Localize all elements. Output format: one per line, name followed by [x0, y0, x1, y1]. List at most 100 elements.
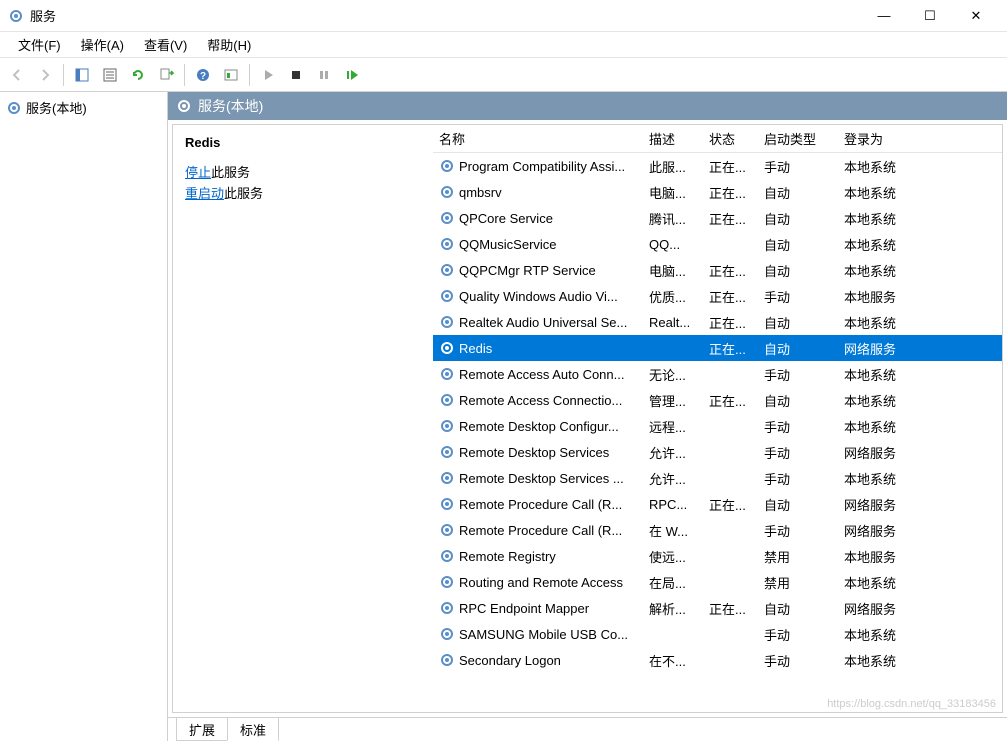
service-row[interactable]: Remote Procedure Call (R...RPC...正在...自动…: [433, 491, 1002, 517]
service-row[interactable]: SAMSUNG Mobile USB Co...手动本地系统: [433, 621, 1002, 647]
cell-status: 正在...: [703, 493, 758, 516]
cell-name: Redis: [433, 338, 643, 358]
service-row[interactable]: Remote Desktop Configur...远程...手动本地系统: [433, 413, 1002, 439]
service-row[interactable]: RPC Endpoint Mapper解析...正在...自动网络服务: [433, 595, 1002, 621]
cell-start: 手动: [758, 519, 838, 542]
service-row[interactable]: Secondary Logon在不...手动本地系统: [433, 647, 1002, 673]
service-name-label: Program Compatibility Assi...: [459, 159, 625, 174]
cell-start: 禁用: [758, 545, 838, 568]
list-body[interactable]: Program Compatibility Assi...此服...正在...手…: [433, 153, 1002, 712]
refresh-button[interactable]: [125, 62, 151, 88]
col-header-name[interactable]: 名称: [433, 125, 643, 152]
service-row[interactable]: qmbsrv电脑...正在...自动本地系统: [433, 179, 1002, 205]
service-row[interactable]: Program Compatibility Assi...此服...正在...手…: [433, 153, 1002, 179]
cell-start: 自动: [758, 233, 838, 256]
cell-name: SAMSUNG Mobile USB Co...: [433, 624, 643, 644]
service-name-label: RPC Endpoint Mapper: [459, 601, 589, 616]
close-button[interactable]: ✕: [953, 0, 999, 32]
tab-standard[interactable]: 标准: [227, 718, 279, 741]
pane-header: 服务(本地): [168, 92, 1007, 120]
cell-status: 正在...: [703, 259, 758, 282]
tab-extended[interactable]: 扩展: [176, 718, 228, 741]
back-button[interactable]: [4, 62, 30, 88]
cell-desc: 远程...: [643, 415, 703, 438]
forward-button[interactable]: [32, 62, 58, 88]
col-header-logon[interactable]: 登录为: [838, 125, 928, 152]
cell-logon: 本地系统: [838, 571, 928, 594]
main-area: 服务(本地) 服务(本地) Redis 停止此服务 重启动此服务 名称 描述: [0, 92, 1007, 741]
view-tabs: 扩展 标准: [168, 717, 1007, 741]
restart-link[interactable]: 重启动: [185, 186, 224, 201]
stop-tail: 此服务: [211, 165, 250, 180]
cell-status: [703, 580, 758, 584]
cell-name: Remote Access Auto Conn...: [433, 364, 643, 384]
cell-start: 自动: [758, 597, 838, 620]
cell-name: Remote Desktop Services: [433, 442, 643, 462]
service-item-icon: [439, 262, 455, 278]
stop-service-button[interactable]: [283, 62, 309, 88]
help-button[interactable]: ?: [190, 62, 216, 88]
service-item-icon: [439, 548, 455, 564]
start-service-button[interactable]: [255, 62, 281, 88]
service-row[interactable]: QQMusicServiceQQ...自动本地系统: [433, 231, 1002, 257]
menu-file[interactable]: 文件(F): [8, 33, 71, 56]
service-item-icon: [439, 236, 455, 252]
toolbar-btn[interactable]: [218, 62, 244, 88]
title-bar: 服务 — ☐ ✕: [0, 0, 1007, 32]
service-row[interactable]: Remote Access Auto Conn...无论...手动本地系统: [433, 361, 1002, 387]
cell-logon: 本地系统: [838, 623, 928, 646]
cell-status: 正在...: [703, 337, 758, 360]
export-button[interactable]: [153, 62, 179, 88]
service-row[interactable]: Remote Access Connectio...管理...正在...自动本地…: [433, 387, 1002, 413]
service-item-icon: [439, 522, 455, 538]
cell-desc: [643, 346, 703, 350]
cell-name: Routing and Remote Access: [433, 572, 643, 592]
service-name-label: QPCore Service: [459, 211, 553, 226]
service-row[interactable]: QPCore Service腾讯...正在...自动本地系统: [433, 205, 1002, 231]
cell-desc: 无论...: [643, 363, 703, 386]
minimize-button[interactable]: —: [861, 0, 907, 32]
service-row[interactable]: Remote Procedure Call (R...在 W...手动网络服务: [433, 517, 1002, 543]
cell-logon: 网络服务: [838, 519, 928, 542]
pause-service-button[interactable]: [311, 62, 337, 88]
menu-action[interactable]: 操作(A): [71, 33, 134, 56]
cell-logon: 本地系统: [838, 363, 928, 386]
stop-link[interactable]: 停止: [185, 165, 211, 180]
service-row[interactable]: Remote Desktop Services允许...手动网络服务: [433, 439, 1002, 465]
service-item-icon: [439, 626, 455, 642]
restart-service-button[interactable]: [339, 62, 365, 88]
service-name-label: qmbsrv: [459, 185, 502, 200]
service-item-icon: [439, 158, 455, 174]
col-header-desc[interactable]: 描述: [643, 125, 703, 152]
service-row[interactable]: QQPCMgr RTP Service电脑...正在...自动本地系统: [433, 257, 1002, 283]
cell-status: [703, 632, 758, 636]
service-row[interactable]: Remote Registry使远...禁用本地服务: [433, 543, 1002, 569]
cell-desc: 电脑...: [643, 259, 703, 282]
menu-help[interactable]: 帮助(H): [197, 33, 261, 56]
cell-start: 手动: [758, 415, 838, 438]
service-row[interactable]: Redis正在...自动网络服务: [433, 335, 1002, 361]
cell-logon: 本地系统: [838, 415, 928, 438]
tree-root-label: 服务(本地): [26, 98, 87, 117]
services-icon: [6, 100, 22, 116]
toolbar-separator: [249, 64, 250, 86]
service-row[interactable]: Remote Desktop Services ...允许...手动本地系统: [433, 465, 1002, 491]
menu-view[interactable]: 查看(V): [134, 33, 197, 56]
service-row[interactable]: Routing and Remote Access在局...禁用本地系统: [433, 569, 1002, 595]
cell-desc: RPC...: [643, 495, 703, 514]
service-row[interactable]: Quality Windows Audio Vi...优质...正在...手动本…: [433, 283, 1002, 309]
cell-name: Program Compatibility Assi...: [433, 156, 643, 176]
tree-root-item[interactable]: 服务(本地): [2, 96, 165, 119]
services-icon: [8, 8, 24, 24]
cell-logon: 网络服务: [838, 597, 928, 620]
cell-logon: 本地系统: [838, 155, 928, 178]
properties-button[interactable]: [97, 62, 123, 88]
service-name-label: Remote Access Connectio...: [459, 393, 622, 408]
maximize-button[interactable]: ☐: [907, 0, 953, 32]
show-hide-tree-button[interactable]: [69, 62, 95, 88]
cell-desc: 管理...: [643, 389, 703, 412]
cell-status: [703, 372, 758, 376]
col-header-status[interactable]: 状态: [703, 125, 758, 152]
col-header-start[interactable]: 启动类型: [758, 125, 838, 152]
service-row[interactable]: Realtek Audio Universal Se...Realt...正在.…: [433, 309, 1002, 335]
